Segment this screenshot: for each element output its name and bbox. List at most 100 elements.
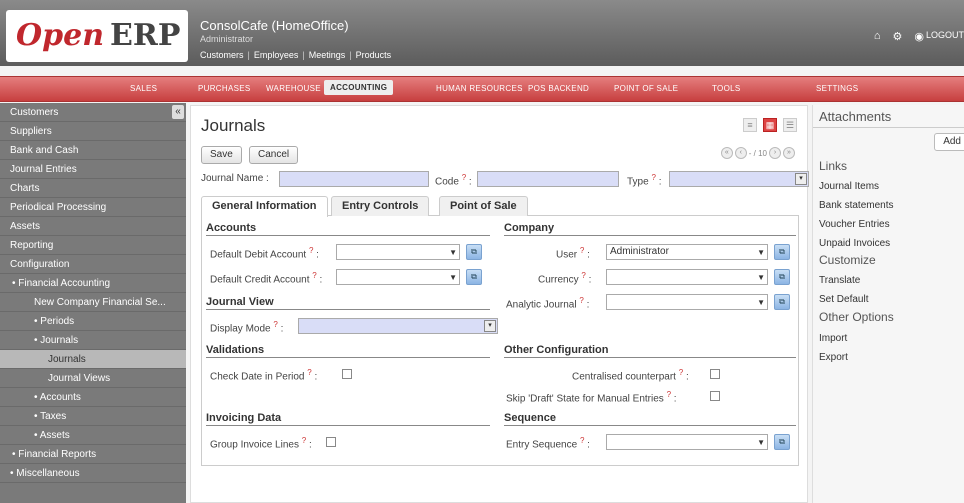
skip-draft-checkbox[interactable] <box>710 391 720 401</box>
sidebar-item-assets-config[interactable]: • Assets <box>0 426 186 445</box>
menu-settings[interactable]: SETTINGS <box>816 84 858 93</box>
sidebar-item-configuration[interactable]: Configuration <box>0 255 186 274</box>
sidebar-item-customers[interactable]: Customers <box>0 103 186 122</box>
sidebar-item-taxes[interactable]: • Taxes <box>0 407 186 426</box>
sidebar-item-periodical[interactable]: Periodical Processing <box>0 198 186 217</box>
tab-entry-controls[interactable]: Entry Controls <box>331 196 430 216</box>
sidebar-item-reporting[interactable]: Reporting <box>0 236 186 255</box>
menu-tools[interactable]: TOOLS <box>712 84 740 93</box>
help-mark: ? <box>312 271 317 280</box>
currency-label-text: Currency <box>538 274 579 286</box>
type-select[interactable]: ▾ <box>669 171 809 187</box>
dropdown-arrow-icon: ▼ <box>757 273 765 282</box>
default-credit-label: Default Credit Account ? : <box>210 271 323 286</box>
sidebar-item-periods[interactable]: • Periods <box>0 312 186 331</box>
prev-page-icon[interactable]: ‹ <box>734 147 747 159</box>
home-icon[interactable]: ⌂ <box>874 30 881 43</box>
help-icon[interactable]: ◉ <box>914 30 924 43</box>
analytic-journal-select[interactable]: ▼ <box>606 294 768 310</box>
sidebar-item-journals-group[interactable]: • Journals <box>0 331 186 350</box>
dropdown-arrow-icon: ▼ <box>449 273 457 282</box>
link-unpaid-invoices[interactable]: Unpaid Invoices <box>819 238 890 249</box>
sidebar: Customers « Suppliers Bank and Cash Jour… <box>0 103 186 503</box>
sidebar-item-accounts[interactable]: • Accounts <box>0 388 186 407</box>
open-record-icon[interactable]: ⧉ <box>774 244 790 260</box>
display-mode-select[interactable]: ▾ <box>298 318 498 334</box>
sidebar-item-financial-reports[interactable]: • Financial Reports <box>0 445 186 464</box>
analytic-label-text: Analytic Journal <box>506 299 577 311</box>
main-menu: SALES PURCHASES WAREHOUSE ACCOUNTING HUM… <box>0 76 964 102</box>
open-record-icon[interactable]: ⧉ <box>466 269 482 285</box>
currency-select[interactable]: ▼ <box>606 269 768 285</box>
form-view-icon[interactable]: ▦ <box>763 118 777 132</box>
first-page-icon[interactable]: « <box>720 147 733 159</box>
shortcut-products[interactable]: Products <box>356 50 392 60</box>
link-export[interactable]: Export <box>819 352 848 363</box>
entry-sequence-select[interactable]: ▼ <box>606 434 768 450</box>
tab-general-information[interactable]: General Information <box>201 196 328 217</box>
right-sidebar: Attachments Add Links Journal Items Bank… <box>812 105 964 503</box>
link-journal-items[interactable]: Journal Items <box>819 181 879 192</box>
link-translate[interactable]: Translate <box>819 275 860 286</box>
open-record-icon[interactable]: ⧉ <box>774 269 790 285</box>
tab-point-of-sale[interactable]: Point of Sale <box>439 196 528 216</box>
logo[interactable]: Open ERP <box>6 10 188 62</box>
help-mark: ? <box>273 320 278 329</box>
sidebar-item-new-company[interactable]: New Company Financial Se... <box>0 293 186 312</box>
list-view-icon[interactable]: ≡ <box>743 118 757 132</box>
skip-draft-text: Skip 'Draft' State for Manual Entries <box>506 393 664 405</box>
sidebar-item-charts[interactable]: Charts <box>0 179 186 198</box>
open-record-icon[interactable]: ⧉ <box>774 294 790 310</box>
help-mark: ? <box>307 368 312 377</box>
centralised-checkbox[interactable] <box>710 369 720 379</box>
menu-sales[interactable]: SALES <box>130 84 157 93</box>
default-credit-select[interactable]: ▼ <box>336 269 460 285</box>
sidebar-item-assets[interactable]: Assets <box>0 217 186 236</box>
open-record-icon[interactable]: ⧉ <box>466 244 482 260</box>
skip-draft-label: Skip 'Draft' State for Manual Entries ? … <box>506 390 677 405</box>
journal-name-label: Journal Name : <box>201 173 269 184</box>
sidebar-item-journals[interactable]: Journals <box>0 350 186 369</box>
save-button[interactable]: Save <box>201 146 242 164</box>
group-invoice-checkbox[interactable] <box>326 437 336 447</box>
default-debit-select[interactable]: ▼ <box>336 244 460 260</box>
link-import[interactable]: Import <box>819 333 847 344</box>
journal-name-field[interactable] <box>279 171 429 187</box>
centralised-label: Centralised counterpart ? : <box>572 368 689 383</box>
sidebar-item-journal-entries[interactable]: Journal Entries <box>0 160 186 179</box>
gear-icon[interactable]: ⚙ <box>893 30 903 43</box>
user-select[interactable]: Administrator ▼ <box>606 244 768 260</box>
menu-point-of-sale[interactable]: POINT OF SALE <box>614 84 678 93</box>
add-attachment-button[interactable]: Add <box>934 133 964 151</box>
code-label-text: Code <box>435 176 459 188</box>
code-field[interactable] <box>477 171 619 187</box>
cancel-button[interactable]: Cancel <box>249 146 299 164</box>
link-voucher-entries[interactable]: Voucher Entries <box>819 219 890 230</box>
menu-purchases[interactable]: PURCHASES <box>198 84 251 93</box>
shortcut-meetings[interactable]: Meetings <box>309 50 346 60</box>
help-mark: ? <box>581 271 586 280</box>
sidebar-item-suppliers[interactable]: Suppliers <box>0 122 186 141</box>
menu-warehouse[interactable]: WAREHOUSE <box>266 84 321 93</box>
calendar-view-icon[interactable]: ☰ <box>783 118 797 132</box>
link-set-default[interactable]: Set Default <box>819 294 868 305</box>
shortcut-employees[interactable]: Employees <box>254 50 299 60</box>
sidebar-item-miscellaneous[interactable]: • Miscellaneous <box>0 464 186 483</box>
link-bank-statements[interactable]: Bank statements <box>819 200 893 211</box>
open-record-icon[interactable]: ⧉ <box>774 434 790 450</box>
shortcuts-bar: Customers | Employees | Meetings | Products <box>200 50 391 60</box>
shortcut-customers[interactable]: Customers <box>200 50 244 60</box>
last-page-icon[interactable]: » <box>783 147 795 159</box>
check-date-checkbox[interactable] <box>342 369 352 379</box>
next-page-icon[interactable]: › <box>769 147 781 159</box>
menu-accounting[interactable]: ACCOUNTING <box>324 80 394 95</box>
menu-human-resources[interactable]: HUMAN RESOURCES <box>436 84 523 93</box>
collapse-sidebar-button[interactable]: « <box>172 105 184 119</box>
logout-link[interactable]: LOGOUT <box>926 30 964 40</box>
group-invoice-label: Group Invoice Lines ? : <box>210 436 312 451</box>
sidebar-item-journal-views[interactable]: Journal Views <box>0 369 186 388</box>
sidebar-item-financial-accounting[interactable]: • Financial Accounting <box>0 274 186 293</box>
sidebar-item-bank-cash[interactable]: Bank and Cash <box>0 141 186 160</box>
dropdown-arrow-icon: ▾ <box>795 173 807 185</box>
menu-pos-backend[interactable]: POS BACKEND <box>528 84 589 93</box>
